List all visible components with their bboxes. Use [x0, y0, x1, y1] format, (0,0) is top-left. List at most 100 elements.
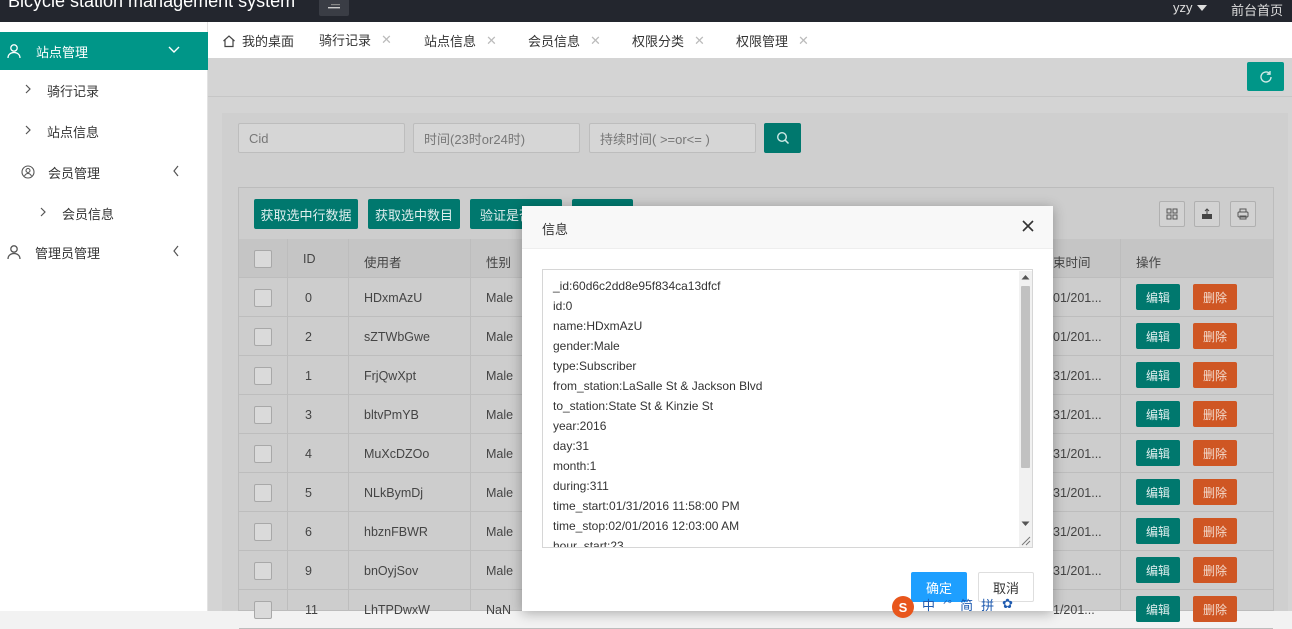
- scrollbar-thumb[interactable]: [1021, 286, 1030, 468]
- delete-button[interactable]: 删除: [1193, 401, 1237, 427]
- row-checkbox[interactable]: [254, 445, 272, 463]
- cell-user: FrjQwXpt: [364, 369, 417, 383]
- header-operations: 操作: [1136, 256, 1162, 270]
- delete-button[interactable]: 删除: [1193, 284, 1237, 310]
- time-input[interactable]: 时间(23时or24时): [413, 123, 580, 153]
- cell-gender: Male: [486, 330, 514, 344]
- sidebar-item-member-management[interactable]: 会员管理: [0, 153, 208, 191]
- close-icon[interactable]: ✕: [694, 33, 705, 49]
- edit-button[interactable]: 编辑: [1136, 323, 1180, 349]
- refresh-button[interactable]: [1247, 62, 1284, 91]
- sidebar-item-admin-management[interactable]: 管理员管理: [0, 233, 208, 271]
- row-checkbox[interactable]: [254, 562, 272, 580]
- close-icon[interactable]: ✕: [486, 33, 497, 49]
- edit-button[interactable]: 编辑: [1136, 518, 1180, 544]
- info-line: type:Subscriber: [553, 359, 637, 373]
- home-icon: [223, 34, 235, 47]
- info-line: time_stop:02/01/2016 12:03:00 AM: [553, 519, 740, 533]
- sidebar-item-ride-records[interactable]: 骑行记录: [0, 71, 208, 109]
- sidebar-item-station-info[interactable]: 站点信息: [0, 112, 208, 150]
- cell-end-time: 1/201...: [1053, 603, 1095, 617]
- edit-button[interactable]: 编辑: [1136, 362, 1180, 388]
- get-selected-count-button[interactable]: 获取选中数目: [368, 199, 460, 229]
- info-line: day:31: [553, 439, 590, 453]
- resize-handle-icon[interactable]: [1020, 535, 1031, 546]
- info-line: _id:60d6c2dd8e95f834ca13dfcf: [553, 279, 721, 293]
- tab-member-info[interactable]: 会员信息 ✕: [514, 22, 615, 59]
- ime-settings-icon[interactable]: ✿: [1002, 596, 1013, 612]
- row-checkbox[interactable]: [254, 523, 272, 541]
- refresh-icon: [1259, 70, 1272, 83]
- tab-label: 权限分类: [632, 34, 685, 49]
- close-icon[interactable]: [1021, 219, 1037, 235]
- header-id: ID: [303, 252, 316, 266]
- edit-button[interactable]: 编辑: [1136, 284, 1180, 310]
- cell-end-time: 31/201...: [1053, 486, 1102, 500]
- sidebar-item-label: 管理员管理: [35, 245, 101, 261]
- scroll-up-icon[interactable]: [1021, 274, 1030, 280]
- cell-end-time: 01/201...: [1053, 330, 1102, 344]
- cell-id: 0: [305, 291, 312, 305]
- print-icon[interactable]: [1230, 201, 1256, 227]
- tab-my-desktop[interactable]: 我的桌面: [208, 22, 308, 59]
- app-title: Bicycle station management system: [8, 0, 296, 11]
- header-gender: 性别: [486, 256, 512, 270]
- duration-input[interactable]: 持续时间( >=or<= ): [589, 123, 756, 153]
- cell-end-time: 31/201...: [1053, 564, 1102, 578]
- delete-button[interactable]: 删除: [1193, 362, 1237, 388]
- tab-station-info[interactable]: 站点信息 ✕: [410, 22, 511, 59]
- columns-icon[interactable]: [1159, 201, 1185, 227]
- export-icon[interactable]: [1194, 201, 1220, 227]
- cell-id: 3: [305, 408, 312, 422]
- header-end-time: 束时间: [1053, 256, 1091, 270]
- sidebar-item-station-management[interactable]: 站点管理: [0, 32, 208, 70]
- close-icon[interactable]: ✕: [381, 32, 392, 48]
- scroll-down-icon[interactable]: [1021, 521, 1030, 527]
- row-checkbox[interactable]: [254, 601, 272, 619]
- info-textarea[interactable]: _id:60d6c2dd8e95f834ca13dfcf id:0 name:HDx…: [542, 269, 1033, 548]
- tab-label: 我的桌面: [242, 34, 295, 49]
- delete-button[interactable]: 删除: [1193, 440, 1237, 466]
- info-line: to_station:State St & Kinzie St: [553, 399, 714, 413]
- delete-button[interactable]: 删除: [1193, 596, 1237, 622]
- edit-button[interactable]: 编辑: [1136, 479, 1180, 505]
- cell-gender: Male: [486, 486, 514, 500]
- edit-button[interactable]: 编辑: [1136, 596, 1180, 622]
- delete-button[interactable]: 删除: [1193, 323, 1237, 349]
- cell-id: 11: [305, 603, 318, 617]
- close-icon[interactable]: ✕: [590, 33, 601, 49]
- tab-ride-records[interactable]: 骑行记录 ✕: [305, 22, 408, 59]
- row-checkbox[interactable]: [254, 484, 272, 502]
- get-selected-rows-button[interactable]: 获取选中行数据: [254, 199, 358, 229]
- row-checkbox[interactable]: [254, 367, 272, 385]
- info-dialog: 信息 _id:60d6c2dd8e95f834ca13dfcf id:0 name:…: [522, 206, 1053, 611]
- tab-permission-category[interactable]: 权限分类 ✕: [618, 22, 719, 59]
- cid-input[interactable]: Cid: [238, 123, 405, 153]
- front-home-link[interactable]: 前台首页: [1231, 0, 1283, 19]
- cell-user: bltvPmYB: [364, 408, 419, 422]
- sidebar-item-member-info[interactable]: 会员信息: [0, 194, 208, 232]
- delete-button[interactable]: 删除: [1193, 518, 1237, 544]
- info-line: gender:Male: [553, 339, 620, 353]
- ime-punctuation-icon[interactable]: ᐟ°: [943, 598, 952, 611]
- delete-button[interactable]: 删除: [1193, 479, 1237, 505]
- edit-button[interactable]: 编辑: [1136, 440, 1180, 466]
- menu-toggle-button[interactable]: [319, 0, 349, 16]
- select-all-checkbox[interactable]: [254, 250, 272, 268]
- sidebar-item-label: 站点信息: [47, 124, 100, 140]
- ime-toolbar[interactable]: S 中 ᐟ° 简 拼 ✿: [892, 596, 1013, 618]
- row-checkbox[interactable]: [254, 328, 272, 346]
- tab-bar: 我的桌面 骑行记录 ✕ 站点信息 ✕ 会员信息 ✕ 权限分类 ✕ 权限管理 ✕: [208, 22, 1292, 59]
- edit-button[interactable]: 编辑: [1136, 401, 1180, 427]
- chevron-left-icon: [172, 245, 180, 260]
- delete-button[interactable]: 删除: [1193, 557, 1237, 583]
- user-menu[interactable]: yzy: [1173, 0, 1207, 15]
- cell-id: 2: [305, 330, 312, 344]
- row-checkbox[interactable]: [254, 289, 272, 307]
- close-icon[interactable]: ✕: [798, 33, 809, 49]
- row-checkbox[interactable]: [254, 406, 272, 424]
- cell-gender: Male: [486, 291, 514, 305]
- search-button[interactable]: [764, 123, 801, 153]
- tab-permission-management[interactable]: 权限管理 ✕: [722, 22, 823, 59]
- edit-button[interactable]: 编辑: [1136, 557, 1180, 583]
